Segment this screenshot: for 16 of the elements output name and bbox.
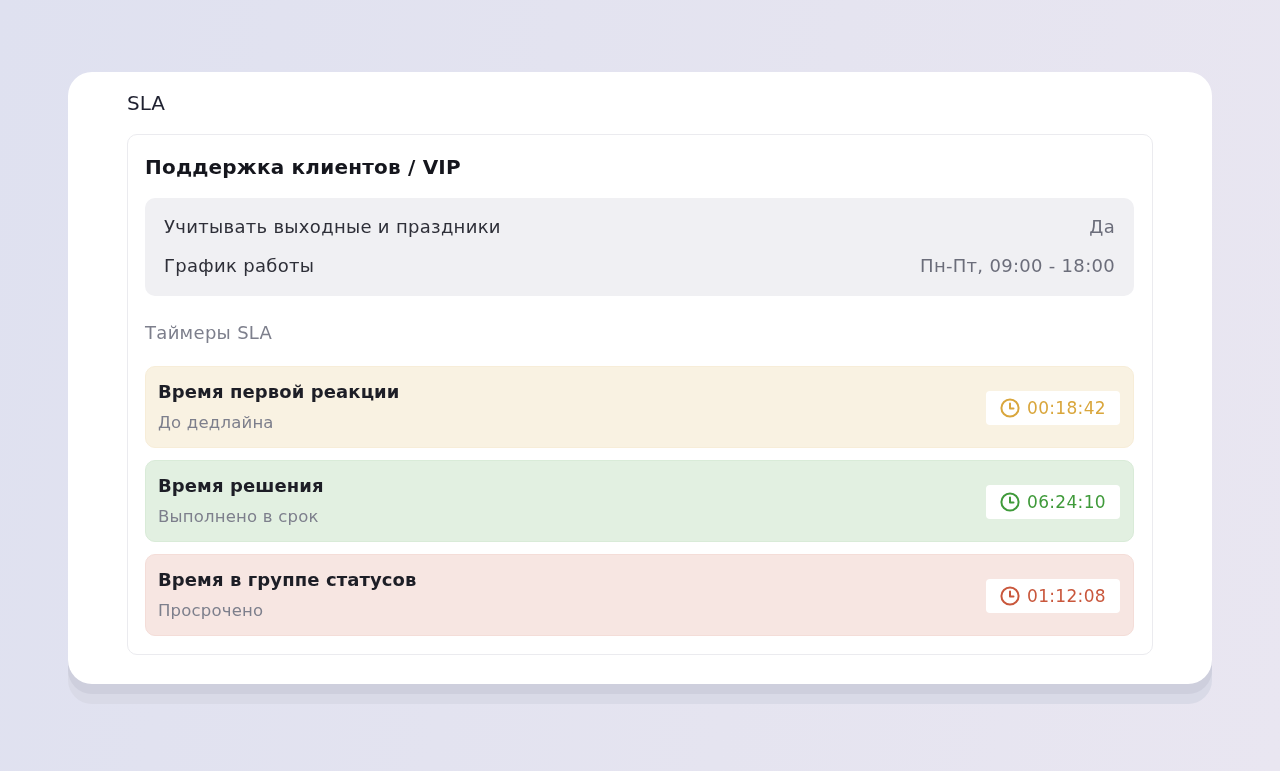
timer-status: До дедлайна (158, 412, 274, 434)
timer-name: Время первой реакции (158, 381, 400, 403)
setting-label: Учитывать выходные и праздники (164, 215, 501, 239)
section-title: SLA (127, 90, 165, 116)
timer-value: 01:12:08 (1027, 584, 1106, 607)
timer-status: Выполнено в срок (158, 506, 319, 528)
setting-value: Да (1089, 215, 1115, 239)
timer-value: 06:24:10 (1027, 490, 1106, 513)
timer-value: 00:18:42 (1027, 396, 1106, 419)
setting-value: Пн-Пт, 09:00 - 18:00 (920, 254, 1115, 278)
setting-label: График работы (164, 254, 315, 278)
timer-name: Время в группе статусов (158, 569, 417, 591)
timer-name: Время решения (158, 475, 324, 497)
timers-heading: Таймеры SLA (145, 321, 273, 345)
policy-title: Поддержка клиентов / VIP (145, 154, 461, 181)
timer-status: Просрочено (158, 600, 264, 622)
